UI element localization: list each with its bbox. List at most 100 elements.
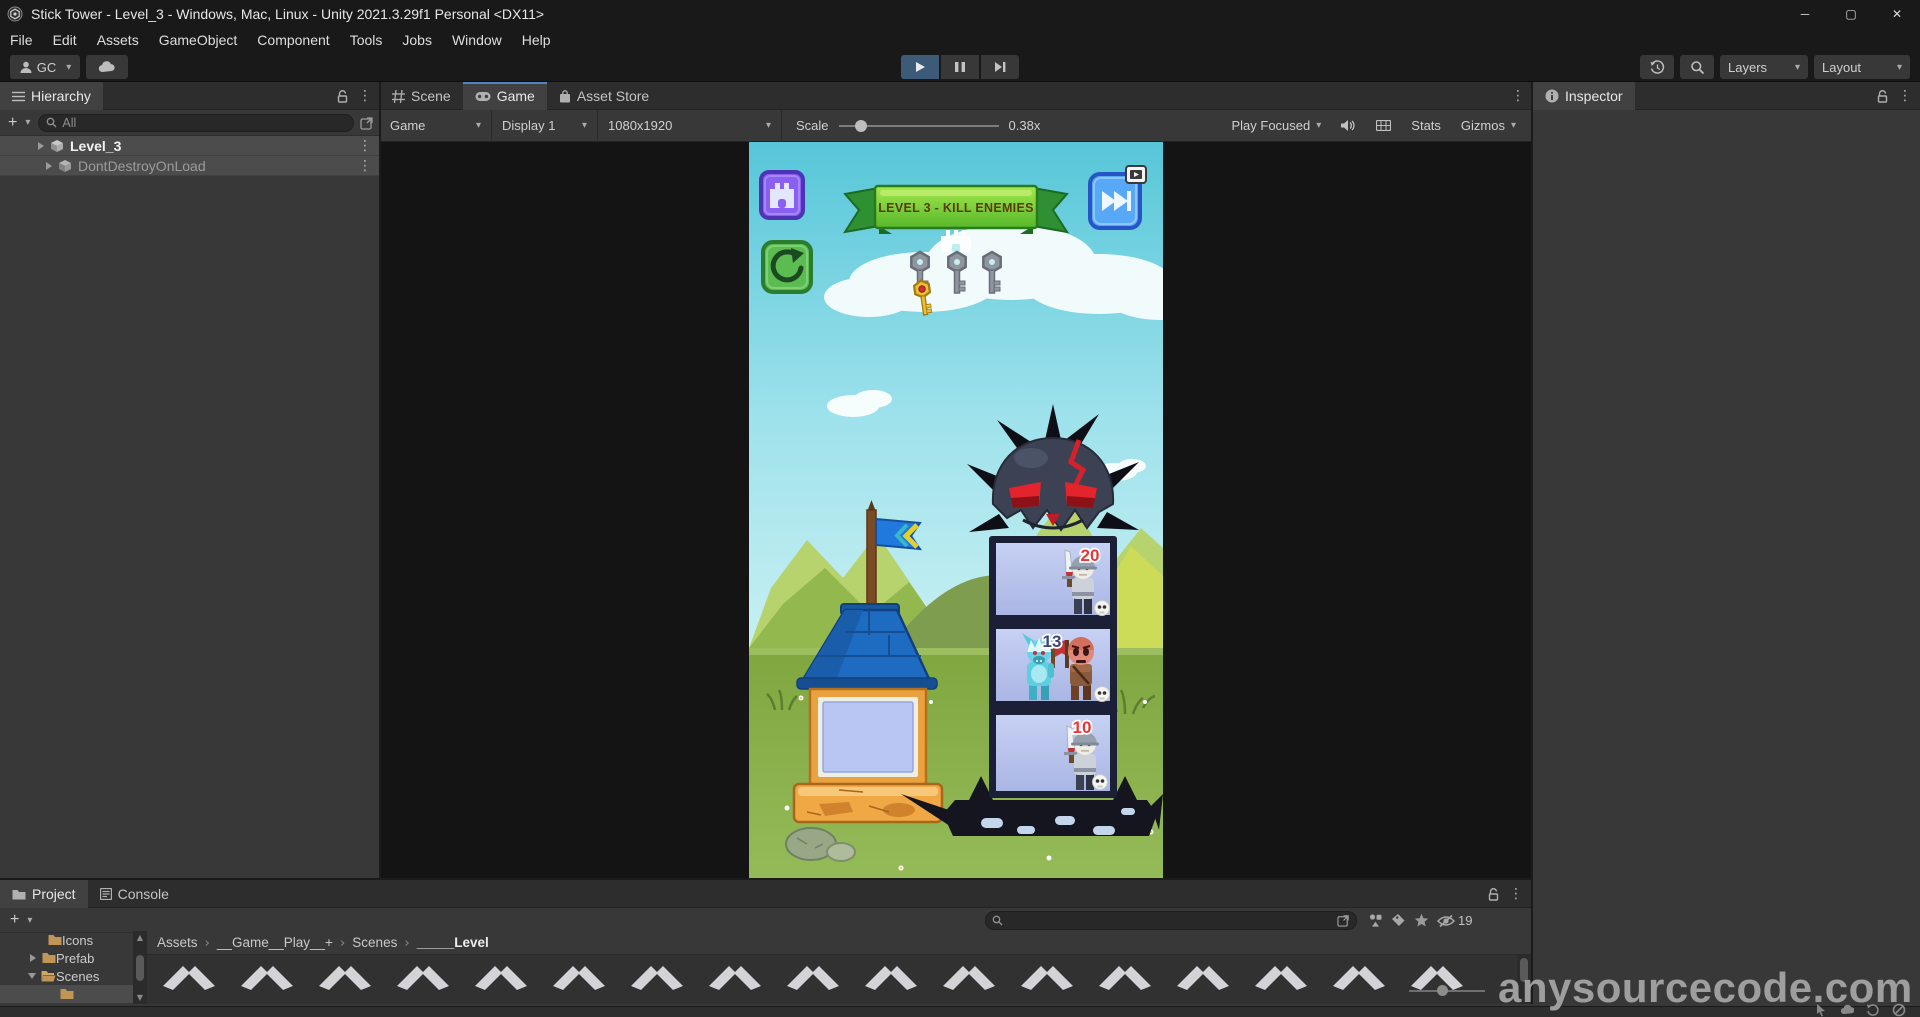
tab-inspector[interactable]: Inspector — [1533, 82, 1635, 110]
breadcrumb-scenes[interactable]: Scenes — [352, 935, 397, 950]
menu-file[interactable]: File — [0, 32, 43, 48]
asset-chevron-icon[interactable] — [1253, 960, 1309, 996]
menu-window[interactable]: Window — [442, 32, 512, 48]
menu-help[interactable]: Help — [512, 32, 561, 48]
lock-icon[interactable] — [337, 90, 348, 103]
folder-row-prefab[interactable]: Prefab — [0, 949, 133, 967]
castle-menu-button[interactable] — [761, 172, 803, 218]
gizmos-dropdown[interactable]: Gizmos▾ — [1452, 110, 1525, 142]
step-button[interactable] — [981, 55, 1019, 79]
scrollbar-thumb[interactable] — [136, 955, 144, 981]
asset-chevron-icon[interactable] — [863, 960, 919, 996]
lock-icon[interactable] — [1488, 888, 1499, 901]
tab-console[interactable]: Console — [88, 880, 181, 908]
menu-gameobject[interactable]: GameObject — [149, 32, 248, 48]
hierarchy-item-level-3[interactable]: Level_3 ⋮ — [0, 136, 380, 156]
expand-arrow-icon[interactable] — [30, 954, 36, 962]
folder-row-scenes[interactable]: Scenes — [0, 967, 133, 985]
tab-scene[interactable]: Scene — [380, 82, 463, 110]
label-tag-icon[interactable] — [1391, 913, 1406, 928]
menu-tools[interactable]: Tools — [340, 32, 393, 48]
favorites-star-icon[interactable] — [1414, 913, 1429, 928]
layout-dropdown[interactable]: Layout ▾ — [1814, 55, 1910, 79]
project-menu-icon[interactable]: ⋮ — [1509, 886, 1523, 902]
tab-hierarchy[interactable]: Hierarchy — [0, 82, 103, 110]
folder-row-icons[interactable]: Icons — [0, 931, 133, 949]
asset-chevron-icon[interactable] — [1175, 960, 1231, 996]
scale-slider-knob[interactable] — [855, 120, 867, 132]
minimize-button[interactable]: ─ — [1782, 0, 1828, 28]
hierarchy-search-input[interactable]: All — [38, 114, 354, 132]
expand-arrow-icon[interactable] — [46, 162, 52, 170]
display-dropdown[interactable]: Display 1▾ — [492, 110, 598, 142]
close-button[interactable]: ✕ — [1874, 0, 1920, 28]
resolution-dropdown[interactable]: 1080x1920▾ — [598, 110, 782, 142]
item-menu-icon[interactable]: ⋮ — [358, 158, 372, 174]
item-menu-icon[interactable]: ⋮ — [358, 138, 372, 154]
collapse-arrow-icon[interactable] — [28, 973, 36, 979]
tree-scrollbar[interactable]: ▲ ▼ — [133, 931, 147, 1004]
panel-divider[interactable] — [0, 878, 1531, 880]
asset-chevron-icon[interactable] — [785, 960, 841, 996]
tab-game[interactable]: Game — [463, 82, 547, 110]
play-button[interactable] — [901, 55, 939, 79]
icon-size-slider[interactable] — [1409, 986, 1485, 996]
focus-mode-dropdown[interactable]: Play Focused▾ — [1222, 110, 1330, 142]
breadcrumb-assets[interactable]: Assets — [157, 935, 198, 950]
asset-chevron-icon[interactable] — [1097, 960, 1153, 996]
hidden-items-indicator[interactable]: 19 — [1437, 913, 1472, 928]
maximize-button[interactable]: ▢ — [1828, 0, 1874, 28]
menu-component[interactable]: Component — [247, 32, 339, 48]
type-filter-icon[interactable] — [1368, 913, 1383, 928]
icon-size-knob[interactable] — [1437, 985, 1448, 996]
breadcrumb-level[interactable]: _____Level — [417, 935, 489, 950]
menu-edit[interactable]: Edit — [43, 32, 87, 48]
asset-chevron-icon[interactable] — [629, 960, 685, 996]
breadcrumb-game-play[interactable]: __Game__Play__+ — [217, 935, 333, 950]
menu-jobs[interactable]: Jobs — [392, 32, 442, 48]
stats-button[interactable]: Stats — [1402, 110, 1450, 142]
pause-button[interactable] — [941, 55, 979, 79]
inspector-menu-icon[interactable]: ⋮ — [1898, 88, 1912, 104]
asset-chevron-icon[interactable] — [551, 960, 607, 996]
asset-chevron-icon[interactable] — [941, 960, 997, 996]
tab-project[interactable]: Project — [0, 880, 88, 908]
panel-divider[interactable] — [379, 82, 381, 878]
fast-forward-button[interactable] — [1090, 166, 1146, 228]
account-dropdown[interactable]: GC ▾ — [10, 55, 80, 79]
asset-chevron-icon[interactable] — [473, 960, 529, 996]
tab-asset-store[interactable]: Asset Store — [547, 82, 661, 110]
asset-chevron-icon[interactable] — [1331, 960, 1387, 996]
restart-button[interactable] — [763, 242, 811, 292]
asset-chevron-icon[interactable] — [239, 960, 295, 996]
folder-row-selected[interactable] — [0, 985, 133, 1003]
expand-arrow-icon[interactable] — [38, 142, 44, 150]
layers-dropdown[interactable]: Layers ▾ — [1720, 55, 1808, 79]
hierarchy-menu-icon[interactable]: ⋮ — [358, 88, 372, 104]
mute-audio-button[interactable] — [1332, 110, 1365, 142]
vsync-grid-button[interactable] — [1367, 110, 1400, 142]
undo-history-button[interactable] — [1640, 55, 1674, 79]
cloud-button[interactable] — [86, 55, 128, 79]
asset-chevron-icon[interactable] — [317, 960, 373, 996]
scroll-down-icon[interactable]: ▼ — [137, 993, 143, 1002]
hierarchy-item-dontdestroyonload[interactable]: DontDestroyOnLoad ⋮ — [0, 156, 380, 176]
asset-chevron-icon[interactable] — [395, 960, 451, 996]
hierarchy-add-button[interactable]: +▾ — [6, 114, 32, 132]
scroll-up-icon[interactable]: ▲ — [137, 933, 143, 942]
game-mode-dropdown[interactable]: Game▾ — [380, 110, 492, 142]
panel-divider[interactable] — [1531, 82, 1533, 1004]
lock-icon[interactable] — [1877, 90, 1888, 103]
project-search-input[interactable] — [985, 911, 1357, 930]
project-add-button[interactable]: +▾ — [8, 911, 34, 929]
scene-picker-icon[interactable] — [360, 116, 374, 130]
game-view-menu-icon[interactable]: ⋮ — [1511, 88, 1525, 104]
game-render[interactable]: 20 13 10 — [749, 142, 1163, 878]
asset-chevron-icon[interactable] — [1019, 960, 1075, 996]
menu-assets[interactable]: Assets — [87, 32, 149, 48]
search-scope-icon[interactable] — [1337, 914, 1350, 927]
search-button[interactable] — [1680, 55, 1714, 79]
asset-chevron-icon[interactable] — [707, 960, 763, 996]
asset-chevron-icon[interactable] — [161, 960, 217, 996]
scale-slider[interactable] — [839, 125, 999, 127]
